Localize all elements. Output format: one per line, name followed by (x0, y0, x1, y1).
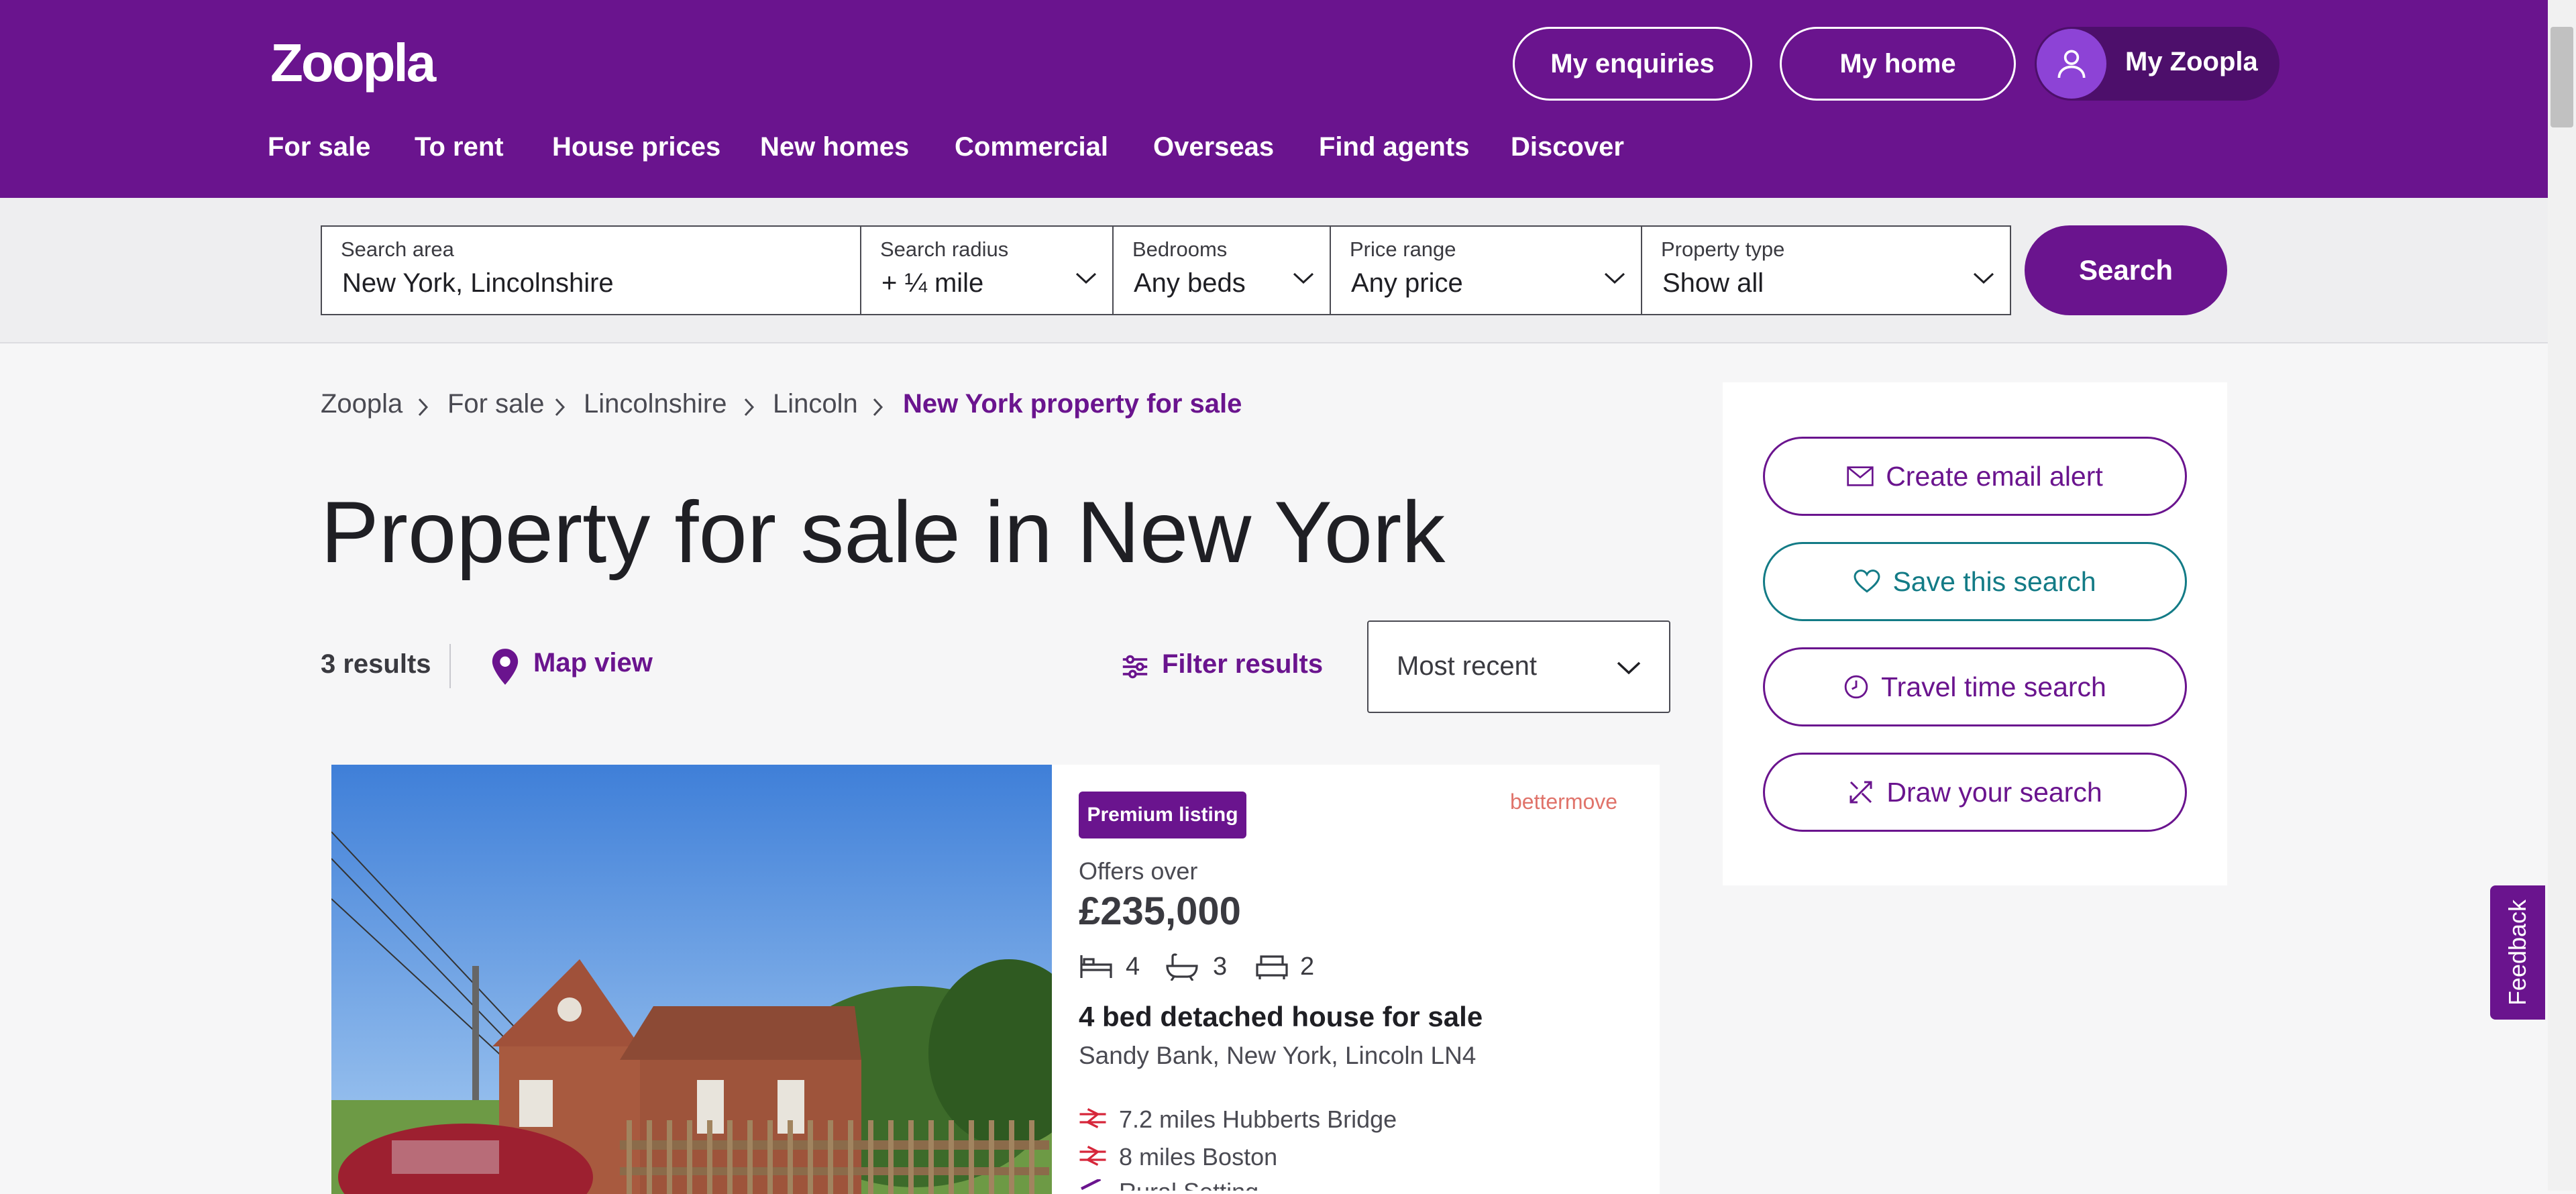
user-icon (2037, 29, 2106, 99)
nav-commercial[interactable]: Commercial (955, 132, 1108, 162)
draw-icon (1849, 781, 1872, 804)
nav-house-prices[interactable]: House prices (552, 132, 720, 162)
create-email-alert-button[interactable]: Create email alert (1763, 437, 2187, 516)
search-button[interactable]: Search (2025, 225, 2227, 315)
reception-count: 2 (1300, 953, 1315, 981)
zoopla-logo[interactable]: Zoopla (270, 32, 436, 94)
station-distance: 7.2 miles Hubberts Bridge (1119, 1105, 1397, 1133)
save-search-label: Save this search (1892, 565, 2096, 597)
my-home-button[interactable]: My home (1780, 27, 2016, 101)
sofa-icon (1256, 955, 1288, 979)
chevron-right-icon (873, 398, 883, 417)
sliders-icon[interactable] (1120, 653, 1150, 680)
my-zoopla-button[interactable]: My Zoopla (2035, 27, 2279, 101)
feedback-tab[interactable]: Feedback (2490, 885, 2545, 1020)
chevron-down-icon (1604, 272, 1625, 284)
breadcrumb-for-sale[interactable]: For sale (447, 389, 545, 419)
page-scrollbar[interactable] (2548, 0, 2576, 1191)
listing-title[interactable]: 4 bed detached house for sale (1079, 1001, 1483, 1033)
chevron-down-icon (1293, 272, 1314, 284)
listing-feature: Rural Setting (1119, 1178, 1258, 1191)
price-range-label: Price range (1350, 237, 1456, 261)
create-email-alert-label: Create email alert (1886, 460, 2103, 492)
station-distance: 8 miles Boston (1119, 1143, 1278, 1171)
chevron-right-icon (555, 398, 566, 417)
travel-time-search-label: Travel time search (1881, 671, 2106, 702)
nav-discover[interactable]: Discover (1511, 132, 1624, 162)
draw-your-search-label: Draw your search (1886, 776, 2102, 808)
property-type-select[interactable]: Property type Show all (1641, 225, 2011, 315)
nav-find-agents[interactable]: Find agents (1319, 132, 1469, 162)
chevron-right-icon (418, 398, 429, 417)
nav-to-rent[interactable]: To rent (415, 132, 504, 162)
chevron-right-icon (744, 398, 755, 417)
bath-count: 3 (1213, 953, 1228, 981)
chevron-down-icon (1617, 661, 1641, 675)
property-type-label: Property type (1661, 237, 1785, 261)
nav-for-sale[interactable]: For sale (268, 132, 370, 162)
mail-icon (1847, 466, 1874, 486)
sort-value: Most recent (1397, 651, 1537, 681)
search-area-value[interactable]: New York, Lincolnshire (342, 268, 614, 298)
rail-icon (1079, 1108, 1106, 1128)
bedrooms-select[interactable]: Bedrooms Any beds (1112, 225, 1331, 315)
feedback-label: Feedback (2504, 899, 2531, 1006)
chevron-down-icon (1973, 272, 1994, 284)
property-type-value: Show all (1662, 268, 1764, 298)
listing-photo[interactable] (331, 765, 1052, 1194)
search-radius-value: + ¼ mile (881, 268, 984, 298)
travel-time-search-button[interactable]: Travel time search (1763, 647, 2187, 726)
my-zoopla-label: My Zoopla (2125, 47, 2258, 76)
scrollbar-thumb[interactable] (2551, 27, 2573, 127)
results-count: 3 results (321, 649, 431, 679)
filter-results-button[interactable]: Filter results (1162, 649, 1323, 680)
listing-address: Sandy Bank, New York, Lincoln LN4 (1079, 1042, 1477, 1069)
heart-icon (1854, 569, 1880, 593)
breadcrumb-zoopla[interactable]: Zoopla (321, 389, 402, 419)
premium-listing-badge: Premium listing (1079, 792, 1246, 838)
search-radius-label: Search radius (880, 237, 1009, 261)
search-area-label: Search area (341, 237, 454, 261)
bed-icon (1080, 955, 1112, 978)
breadcrumb-lincoln[interactable]: Lincoln (773, 389, 858, 419)
clock-icon (1844, 675, 1868, 699)
nav-new-homes[interactable]: New homes (760, 132, 909, 162)
nav-overseas[interactable]: Overseas (1153, 132, 1274, 162)
check-icon (1081, 1179, 1102, 1191)
breadcrumb-lincolnshire[interactable]: Lincolnshire (584, 389, 727, 419)
price-range-value: Any price (1351, 268, 1463, 298)
chevron-down-icon (1075, 272, 1097, 284)
save-search-button[interactable]: Save this search (1763, 542, 2187, 621)
sort-select[interactable]: Most recent (1367, 620, 1670, 713)
agent-logo[interactable]: bettermove (1510, 790, 1617, 814)
search-radius-select[interactable]: Search radius + ¼ mile (860, 225, 1114, 315)
search-area-field[interactable]: Search area New York, Lincolnshire (321, 225, 861, 315)
price-qualifier: Offers over (1079, 857, 1198, 885)
page-title: Property for sale in New York (321, 483, 1446, 581)
bed-count: 4 (1126, 953, 1140, 981)
rail-icon (1079, 1146, 1106, 1166)
breadcrumb-current: New York property for sale (903, 389, 1242, 419)
map-pin-icon[interactable] (490, 647, 521, 686)
map-view-link[interactable]: Map view (533, 648, 653, 678)
bedrooms-value: Any beds (1134, 268, 1246, 298)
bath-icon (1166, 953, 1198, 981)
bedrooms-label: Bedrooms (1132, 237, 1228, 261)
draw-your-search-button[interactable]: Draw your search (1763, 753, 2187, 832)
my-enquiries-button[interactable]: My enquiries (1513, 27, 1752, 101)
divider (449, 644, 451, 688)
price-range-select[interactable]: Price range Any price (1330, 225, 1642, 315)
listing-price: £235,000 (1079, 889, 1241, 933)
